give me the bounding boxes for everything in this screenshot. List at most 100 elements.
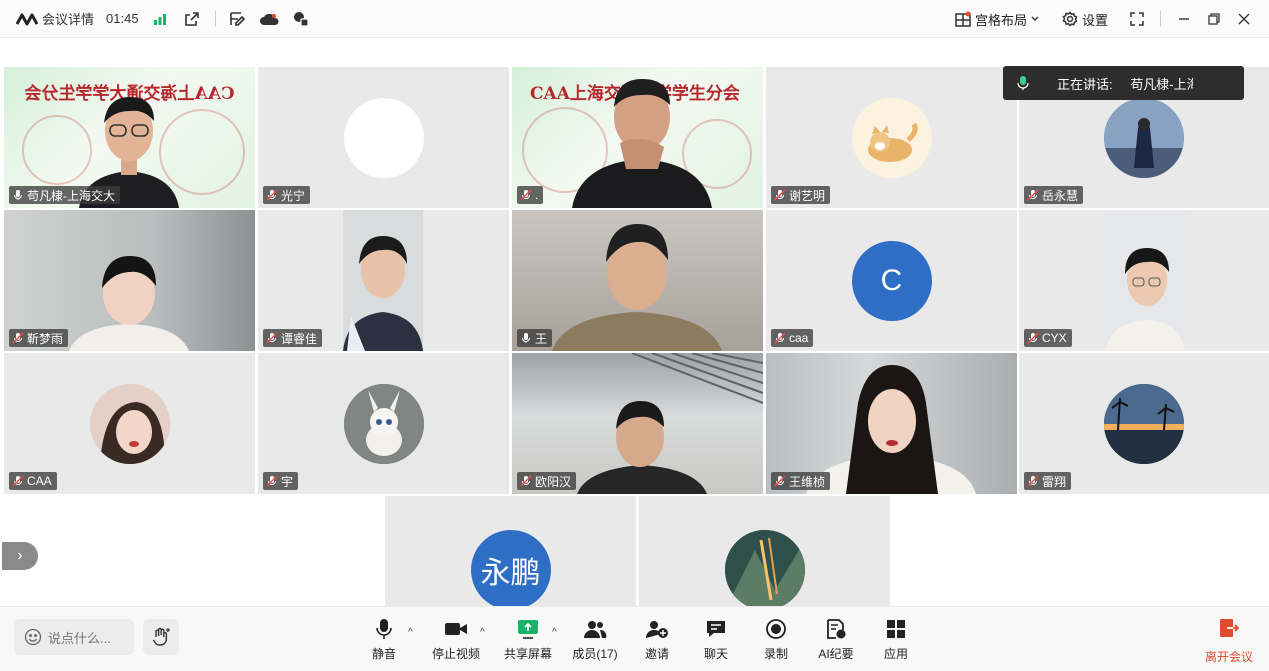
active-speaker-indicator: 正在讲话: 苟凡棣-上海交大 xyxy=(1003,66,1244,100)
microphone-icon xyxy=(376,619,392,639)
members-icon xyxy=(584,621,607,638)
open-external-icon[interactable] xyxy=(181,8,203,30)
mute-label: 静音 xyxy=(371,647,396,661)
video-tile[interactable]: 王维桢 xyxy=(766,353,1017,494)
cloud-icon[interactable] xyxy=(258,8,280,30)
apps-button[interactable]: 应用 xyxy=(866,617,926,662)
mic-muted-icon xyxy=(1027,475,1039,487)
video-tile[interactable]: 永鹏 xyxy=(385,496,636,606)
record-button[interactable]: 录制 xyxy=(746,617,806,662)
video-tile[interactable]: 王 xyxy=(512,210,763,351)
mute-options-chevron-icon[interactable]: ^ xyxy=(408,627,413,638)
video-tile[interactable]: 光宁 xyxy=(258,67,509,208)
chat-icon xyxy=(707,621,725,637)
participant-name: 光宁 xyxy=(281,188,306,203)
divider xyxy=(214,10,216,27)
avatar xyxy=(343,383,424,464)
video-tile[interactable] xyxy=(639,496,890,606)
participant-name-tag: CYX xyxy=(1024,329,1072,347)
leave-meeting-button[interactable]: 离开会议 xyxy=(1205,617,1253,665)
fullscreen-icon[interactable] xyxy=(1126,8,1148,30)
chat-button[interactable]: 聊天 xyxy=(686,617,746,662)
video-tile[interactable]: CYX xyxy=(1019,210,1269,351)
participant-name-tag: 岳永慧 xyxy=(1024,186,1084,204)
video-tile[interactable]: 欧阳汉 xyxy=(512,353,763,494)
mic-muted-icon xyxy=(520,475,532,487)
tencent-meeting-logo-icon xyxy=(16,13,38,25)
participant-video-icon xyxy=(552,224,722,351)
mic-on-icon xyxy=(522,333,530,343)
mic-muted-icon xyxy=(520,189,532,201)
gear-icon xyxy=(1062,11,1078,27)
expand-panel-button[interactable]: › xyxy=(2,542,38,570)
mic-muted-icon xyxy=(266,189,278,201)
invite-button[interactable]: 邀请 xyxy=(627,617,687,662)
participant-name-tag: CAA xyxy=(9,472,57,490)
ai-minutes-label: AI纪要 xyxy=(818,647,854,661)
participant-name: CYX xyxy=(1042,331,1067,345)
mic-on-icon xyxy=(14,190,22,200)
meeting-details-link[interactable]: 会议详情 xyxy=(42,9,94,28)
video-tile[interactable]: 靳梦雨 xyxy=(4,210,255,351)
mute-button[interactable]: 静音 xyxy=(354,617,414,662)
share-screen-label: 共享屏幕 xyxy=(503,647,552,661)
avatar xyxy=(724,530,805,606)
raise-hand-icon xyxy=(152,627,170,646)
mic-muted-icon xyxy=(12,475,24,487)
participant-name-tag: 苟凡棣-上海交大 xyxy=(9,186,120,204)
video-options-chevron-icon[interactable]: ^ xyxy=(480,627,485,638)
raise-hand-button[interactable] xyxy=(143,619,179,655)
participant-name: CAA xyxy=(27,474,52,488)
video-tile[interactable]: CAA上海交通大学学生分会 苟凡棣-上海交大 xyxy=(4,67,255,208)
video-tile[interactable]: 雷翔 xyxy=(1019,353,1269,494)
avatar xyxy=(1104,383,1184,464)
restore-icon[interactable] xyxy=(1203,8,1225,30)
grid-layout-button[interactable]: 宫格布局 xyxy=(955,10,1044,29)
stop-video-button[interactable]: 停止视频 xyxy=(426,617,486,662)
video-tile[interactable]: 谢艺明 xyxy=(766,67,1017,208)
minimize-icon[interactable] xyxy=(1173,8,1195,30)
quick-chat-input[interactable]: 说点什么... xyxy=(14,619,134,655)
mic-muted-icon xyxy=(774,475,786,487)
chevron-down-icon xyxy=(1031,16,1039,21)
avatar xyxy=(343,97,424,178)
stop-video-label: 停止视频 xyxy=(431,647,480,661)
share-screen-button[interactable]: 共享屏幕 xyxy=(498,617,558,662)
close-icon[interactable] xyxy=(1233,8,1255,30)
participant-name-tag: 谭睿佳 xyxy=(263,329,323,347)
avatar xyxy=(851,97,932,178)
participant-name-tag: 谢艺明 xyxy=(771,186,831,204)
participant-name-tag: . xyxy=(517,186,544,204)
ai-minutes-button[interactable]: AI纪要 xyxy=(806,617,866,662)
participant-name: 宇 xyxy=(281,474,294,489)
video-tile[interactable]: 宇 xyxy=(258,353,509,494)
participant-name: 欧阳汉 xyxy=(535,474,572,489)
participant-video-icon xyxy=(806,365,976,494)
participant-name-tag: 欧阳汉 xyxy=(517,472,577,490)
video-tile[interactable]: 谭睿佳 xyxy=(258,210,509,351)
signal-strength-icon[interactable] xyxy=(149,8,171,30)
apps-label: 应用 xyxy=(883,647,908,661)
video-tile[interactable]: CAA上海交通大学学生分会 . xyxy=(512,67,763,208)
members-button[interactable]: 成员(17) xyxy=(565,617,625,662)
mic-muted-icon xyxy=(774,332,786,344)
speaking-mic-icon xyxy=(1017,76,1029,90)
security-icon[interactable] xyxy=(290,8,312,30)
video-tile[interactable]: C caa xyxy=(766,210,1017,351)
mic-muted-icon xyxy=(1027,332,1039,344)
ai-minutes-icon xyxy=(827,619,846,639)
invite-label: 邀请 xyxy=(644,647,669,661)
settings-button[interactable]: 设置 xyxy=(1062,10,1108,29)
grid-layout-label: 宫格布局 xyxy=(974,12,1027,28)
leave-meeting-label: 离开会议 xyxy=(1204,650,1253,664)
avatar xyxy=(89,383,170,464)
share-options-chevron-icon[interactable]: ^ xyxy=(552,627,557,638)
whiteboard-icon[interactable] xyxy=(226,8,248,30)
meeting-timer: 01:45 xyxy=(106,11,139,26)
grid-layout-icon xyxy=(955,11,971,27)
mic-muted-icon xyxy=(774,189,786,201)
participant-name-tag: 雷翔 xyxy=(1024,472,1072,490)
participant-name: 谭睿佳 xyxy=(281,331,318,346)
avatar: 永鹏 xyxy=(470,530,551,606)
video-tile[interactable]: CAA xyxy=(4,353,255,494)
